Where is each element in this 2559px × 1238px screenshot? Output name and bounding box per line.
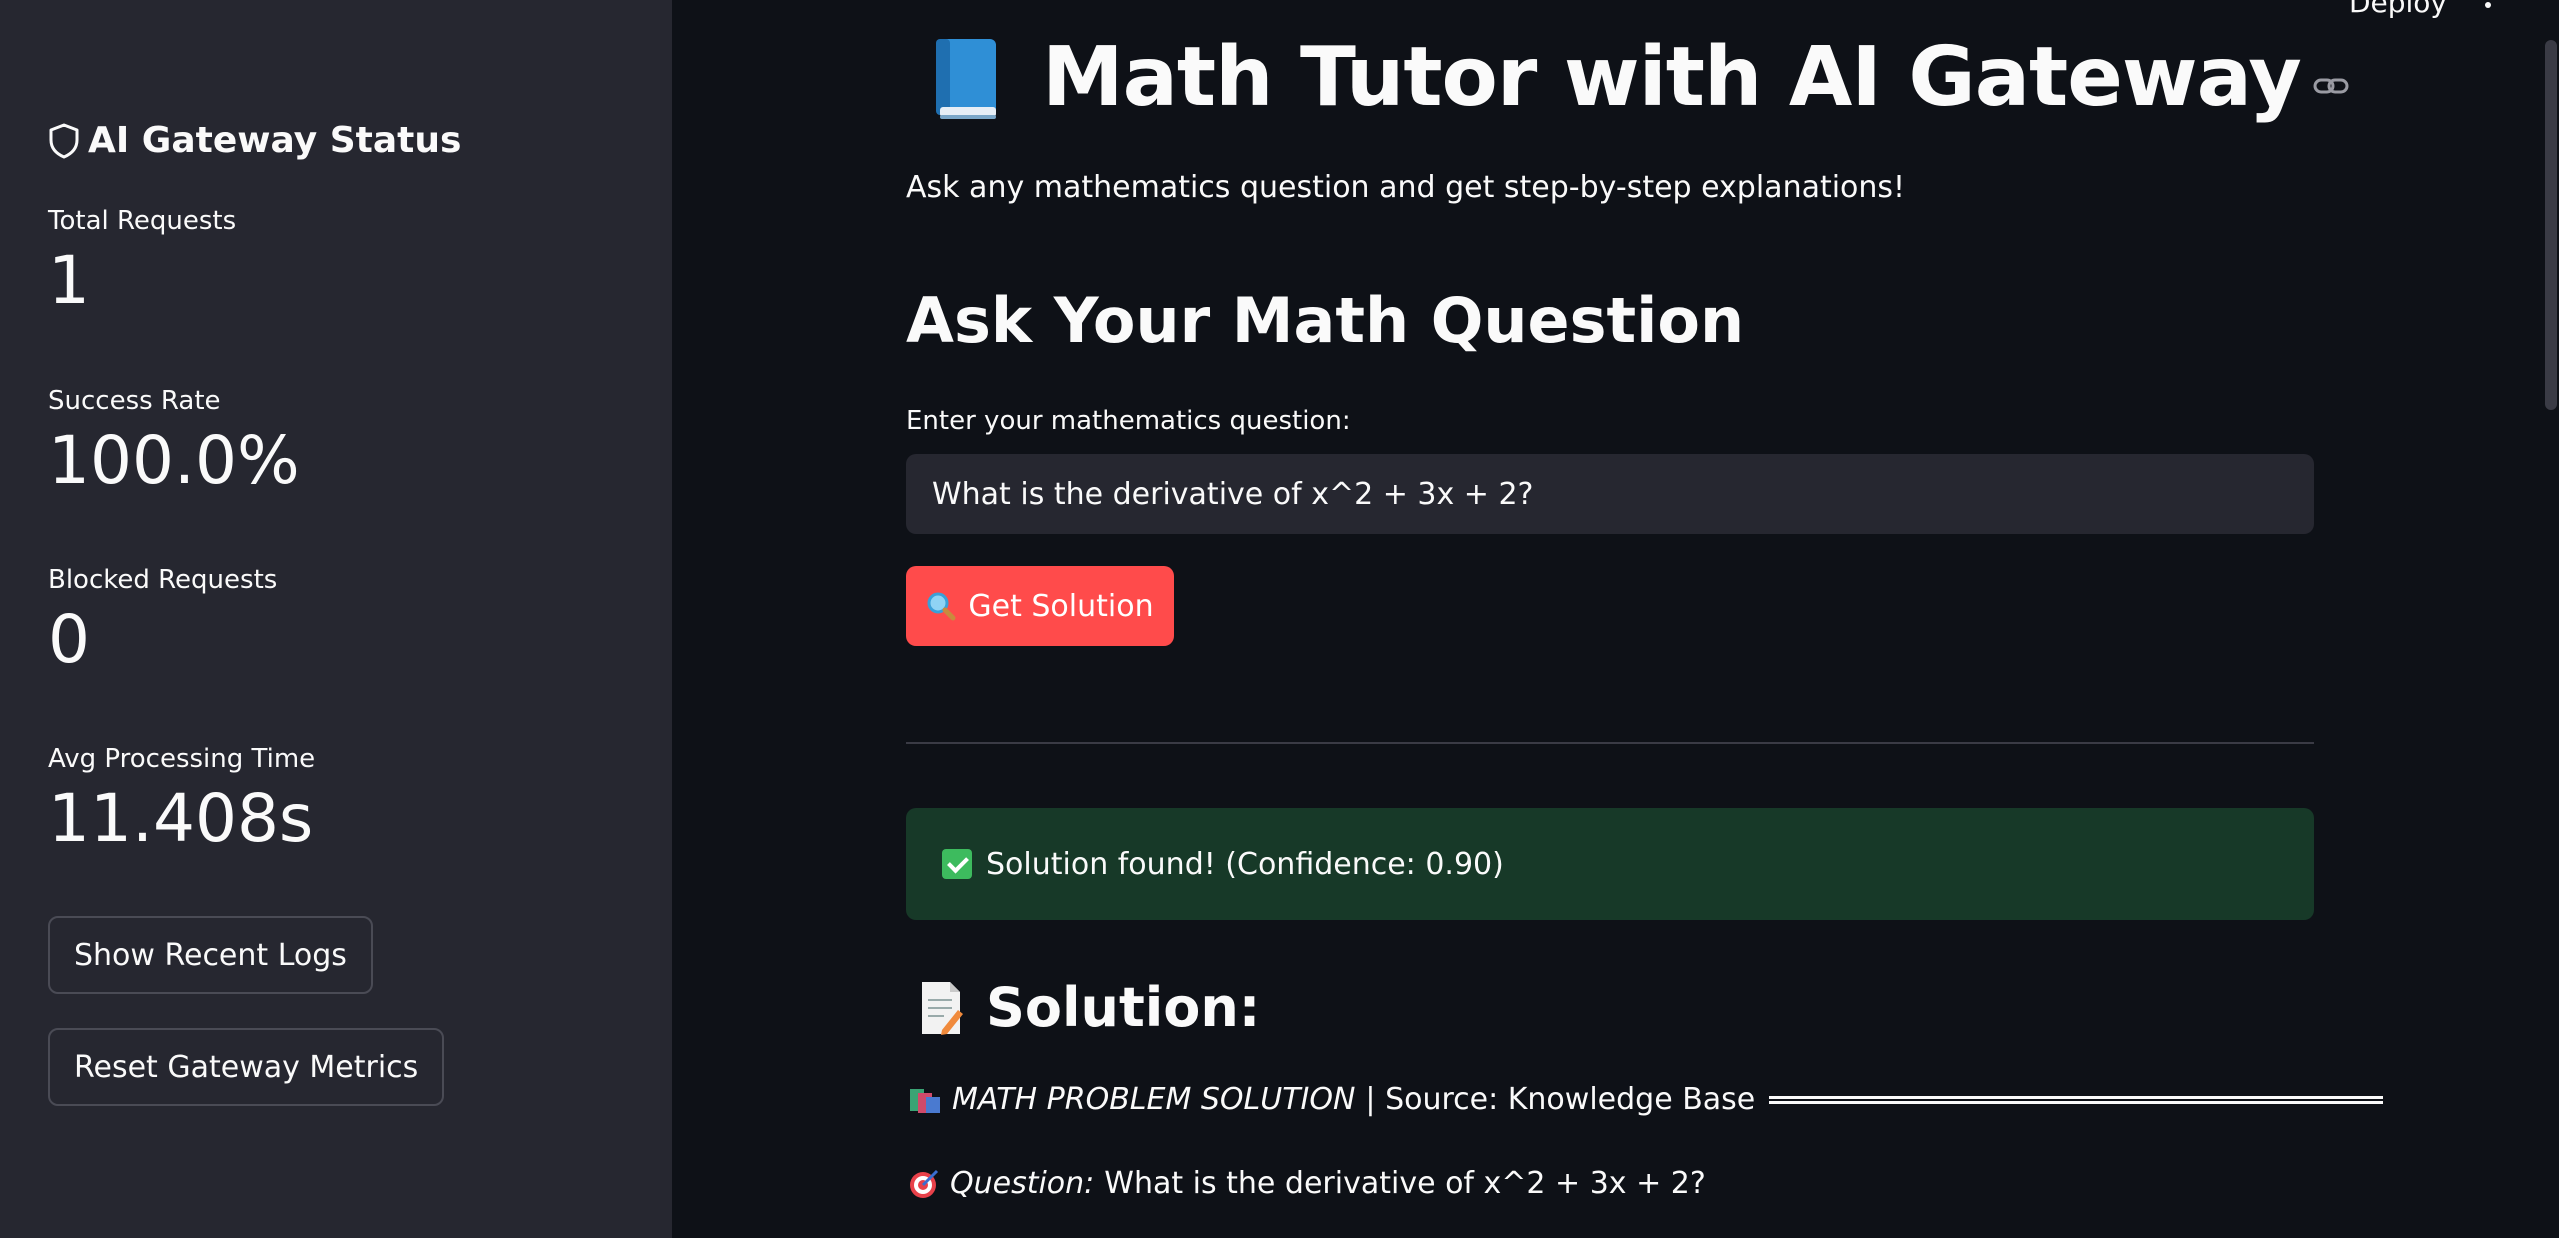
deploy-button[interactable]: Deploy xyxy=(2349,0,2447,19)
section-title: Ask Your Math Question xyxy=(906,284,1745,357)
solution-question-line: Question: What is the derivative of x^2 … xyxy=(908,1166,1706,1201)
metric-value: 100.0% xyxy=(48,422,300,499)
target-icon xyxy=(910,1169,939,1198)
sidebar-title: AI Gateway Status xyxy=(48,120,461,161)
app-root: AI Gateway Status Total Requests 1 Succe… xyxy=(0,0,2559,1238)
solution-header-italic: MATH PROBLEM SOLUTION xyxy=(952,1082,1356,1117)
main-content: Deploy Math Tutor with AI Gateway Ask an… xyxy=(672,0,2559,1238)
shield-icon xyxy=(49,123,79,158)
metric-value: 11.408s xyxy=(48,780,314,857)
show-recent-logs-button[interactable]: Show Recent Logs xyxy=(48,916,373,994)
question-input[interactable] xyxy=(906,454,2314,534)
metric-label: Success Rate xyxy=(48,386,221,416)
question-label: Question: xyxy=(950,1166,1095,1201)
solution-header-source: | Source: Knowledge Base xyxy=(1365,1082,1756,1117)
metric-avg-processing-time: Avg Processing Time 11.408s xyxy=(48,744,315,853)
check-icon xyxy=(942,849,972,879)
books-icon xyxy=(910,1088,940,1113)
solution-heading: Solution: xyxy=(918,976,1260,1039)
reset-gateway-metrics-button[interactable]: Reset Gateway Metrics xyxy=(48,1028,445,1106)
link-icon[interactable] xyxy=(2313,74,2349,98)
metric-label: Total Requests xyxy=(48,206,237,236)
metric-value: 1 xyxy=(48,242,90,319)
metric-total-requests: Total Requests 1 xyxy=(48,206,236,315)
sidebar: AI Gateway Status Total Requests 1 Succe… xyxy=(0,0,672,1238)
sidebar-title-text: AI Gateway Status xyxy=(88,120,462,161)
magnifier-icon xyxy=(927,592,956,621)
success-message: Solution found! (Confidence: 0.90) xyxy=(986,846,1504,882)
memo-icon xyxy=(922,981,963,1035)
metric-blocked-requests: Blocked Requests 0 xyxy=(48,565,277,674)
page-subtitle: Ask any mathematics question and get ste… xyxy=(906,170,1906,205)
page-title: Math Tutor with AI Gateway xyxy=(930,30,2349,125)
question-input-label: Enter your mathematics question: xyxy=(906,406,1351,436)
more-options-icon[interactable] xyxy=(2483,0,2493,14)
get-solution-label: Get Solution xyxy=(968,588,1154,624)
blue-book-icon xyxy=(936,38,996,119)
scrollbar[interactable] xyxy=(2545,40,2557,410)
solution-header-line: MATH PROBLEM SOLUTION | Source: Knowledg… xyxy=(908,1082,2384,1117)
metric-success-rate: Success Rate 100.0% xyxy=(48,386,300,495)
success-alert: Solution found! (Confidence: 0.90) xyxy=(906,808,2314,920)
question-text: What is the derivative of x^2 + 3x + 2? xyxy=(1104,1166,1706,1201)
divider xyxy=(906,742,2314,744)
solution-heading-text: Solution: xyxy=(986,976,1261,1039)
metric-label: Blocked Requests xyxy=(48,565,278,595)
page-title-text: Math Tutor with AI Gateway xyxy=(1042,30,2302,125)
metric-label: Avg Processing Time xyxy=(48,744,316,774)
get-solution-button[interactable]: Get Solution xyxy=(906,566,1174,646)
metric-value: 0 xyxy=(48,601,90,678)
double-rule-divider xyxy=(1769,1095,2384,1104)
